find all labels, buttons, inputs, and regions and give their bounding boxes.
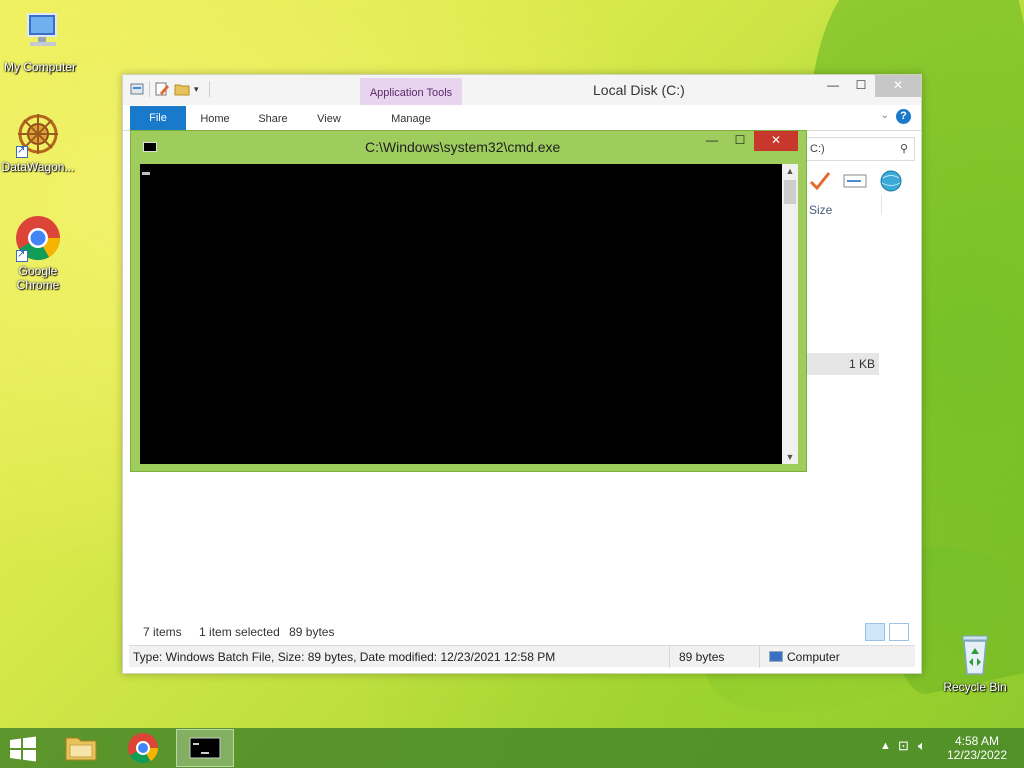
cmd-title: C:\Windows\system32\cmd.exe <box>365 139 561 155</box>
tab-share[interactable]: Share <box>251 105 295 129</box>
scroll-thumb[interactable] <box>784 180 796 204</box>
tab-home[interactable]: Home <box>193 105 237 129</box>
text-cursor <box>142 172 150 175</box>
taskbar-cmd[interactable] <box>176 729 234 767</box>
folder-icon <box>65 737 97 761</box>
selected-row-size[interactable]: 1 KB <box>807 353 879 375</box>
details-bar: Type: Windows Batch File, Size: 89 bytes… <box>129 645 915 668</box>
clock[interactable]: 4:58 AM 12/23/2022 <box>942 734 1012 762</box>
search-text: C:) <box>810 143 825 155</box>
chrome-icon <box>128 733 158 764</box>
windows-logo-icon <box>10 736 36 762</box>
desktop-icon-label: My Computer <box>3 60 77 74</box>
tab-file[interactable]: File <box>130 106 186 130</box>
desktop-icon-label: DataWagon... <box>1 160 75 174</box>
qat-divider <box>149 81 150 97</box>
window-title: Local Disk (C:) <box>593 82 685 98</box>
minimize-button[interactable]: — <box>698 131 726 151</box>
network-icon[interactable]: ⊡ <box>898 738 909 754</box>
clock-time: 4:58 AM <box>954 734 1000 748</box>
details-divider <box>669 646 670 668</box>
start-button[interactable] <box>8 736 38 762</box>
rename-icon[interactable] <box>843 172 867 193</box>
scroll-down-icon[interactable]: ▼ <box>782 450 798 464</box>
globe-icon[interactable] <box>879 169 903 196</box>
computer-icon <box>16 10 64 58</box>
checkmark-icon[interactable] <box>809 170 831 195</box>
shortcut-arrow-icon <box>16 144 28 158</box>
desktop-icon-my-computer[interactable]: My Computer <box>0 10 80 74</box>
column-header-size[interactable]: Size <box>809 203 832 217</box>
status-bar: 7 items 1 item selected 89 bytes <box>143 625 348 639</box>
qat-dropdown-icon[interactable]: ▾ <box>194 84 199 95</box>
scroll-up-icon[interactable]: ▲ <box>782 164 798 178</box>
new-folder-icon[interactable] <box>174 81 190 97</box>
taskbar-chrome[interactable] <box>114 729 172 767</box>
item-count: 7 items <box>143 625 182 639</box>
taskbar: ▲ ⊡ 🔈︎ 4:58 AM 12/23/2022 <box>0 728 1024 768</box>
qat-divider <box>208 81 210 97</box>
show-hidden-icons-icon[interactable]: ▲ <box>880 740 891 752</box>
vertical-scrollbar[interactable]: ▲ ▼ <box>782 164 798 464</box>
taskbar-file-explorer[interactable] <box>52 729 110 767</box>
desktop-icon-label: Google Chrome <box>16 264 60 292</box>
quick-access-toolbar: ▾ <box>129 81 210 97</box>
details-type-text: Type: Windows Batch File, Size: 89 bytes… <box>133 650 556 664</box>
properties-icon[interactable] <box>129 81 145 97</box>
cmd-window-controls: — ☐ ✕ <box>698 131 798 151</box>
search-box[interactable]: C:) ⚲ <box>805 137 915 161</box>
details-size: 89 bytes <box>679 650 725 664</box>
explorer-titlebar[interactable]: ▾ Application Tools Local Disk (C:) — ☐ … <box>123 75 921 105</box>
console-area[interactable] <box>140 164 782 464</box>
tab-view[interactable]: View <box>309 105 349 129</box>
desktop-icon-google-chrome[interactable]: Google Chrome <box>0 214 78 292</box>
datawagon-icon <box>14 110 62 158</box>
minimize-button[interactable]: — <box>819 75 847 97</box>
edit-icon[interactable] <box>154 81 170 97</box>
cmd-titlebar[interactable]: C:\Windows\system32\cmd.exe — ☐ ✕ <box>131 131 806 163</box>
help-icon[interactable]: ? <box>896 109 911 124</box>
maximize-button[interactable]: ☐ <box>726 131 754 151</box>
explorer-window-controls: — ☐ ✕ <box>819 75 921 97</box>
volume-icon[interactable]: 🔈︎ <box>918 738 926 754</box>
cmd-icon <box>143 142 157 152</box>
system-tray: ▲ ⊡ 🔈︎ 4:58 AM 12/23/2022 <box>864 728 1024 768</box>
cmd-window: C:\Windows\system32\cmd.exe — ☐ ✕ ▲ ▼ <box>130 130 807 472</box>
ribbon-tabs: File Home Share View Manage ⌄ ? <box>123 105 921 131</box>
maximize-button[interactable]: ☐ <box>847 75 875 97</box>
ribbon-expand-icon[interactable]: ⌄ <box>881 110 889 121</box>
close-button[interactable]: ✕ <box>754 131 798 151</box>
computer-icon <box>769 651 783 662</box>
selection-count: 1 item selected <box>199 625 280 639</box>
desktop-icon-recycle-bin[interactable]: Recycle Bin <box>935 630 1015 694</box>
cmd-icon <box>189 737 221 759</box>
view-toggle <box>865 623 909 641</box>
ribbon-icons <box>809 169 903 196</box>
details-location-label: Computer <box>787 650 840 664</box>
application-tools-label: Application Tools <box>360 78 462 105</box>
close-button[interactable]: ✕ <box>875 75 921 97</box>
search-icon[interactable]: ⚲ <box>900 138 908 160</box>
desktop-icon-datawagon[interactable]: DataWagon... <box>0 110 78 174</box>
chrome-icon <box>14 214 62 262</box>
details-divider <box>759 646 760 668</box>
column-divider <box>881 195 882 215</box>
shortcut-arrow-icon <box>16 248 28 262</box>
details-view-button[interactable] <box>865 623 885 641</box>
clock-date: 12/23/2022 <box>946 748 1008 762</box>
details-location: Computer <box>769 646 840 668</box>
large-icons-view-button[interactable] <box>889 623 909 641</box>
desktop-icon-label: Recycle Bin <box>943 680 1007 694</box>
selection-size: 89 bytes <box>289 625 335 639</box>
recycle-bin-icon <box>951 630 999 678</box>
tab-manage[interactable]: Manage <box>360 105 462 129</box>
